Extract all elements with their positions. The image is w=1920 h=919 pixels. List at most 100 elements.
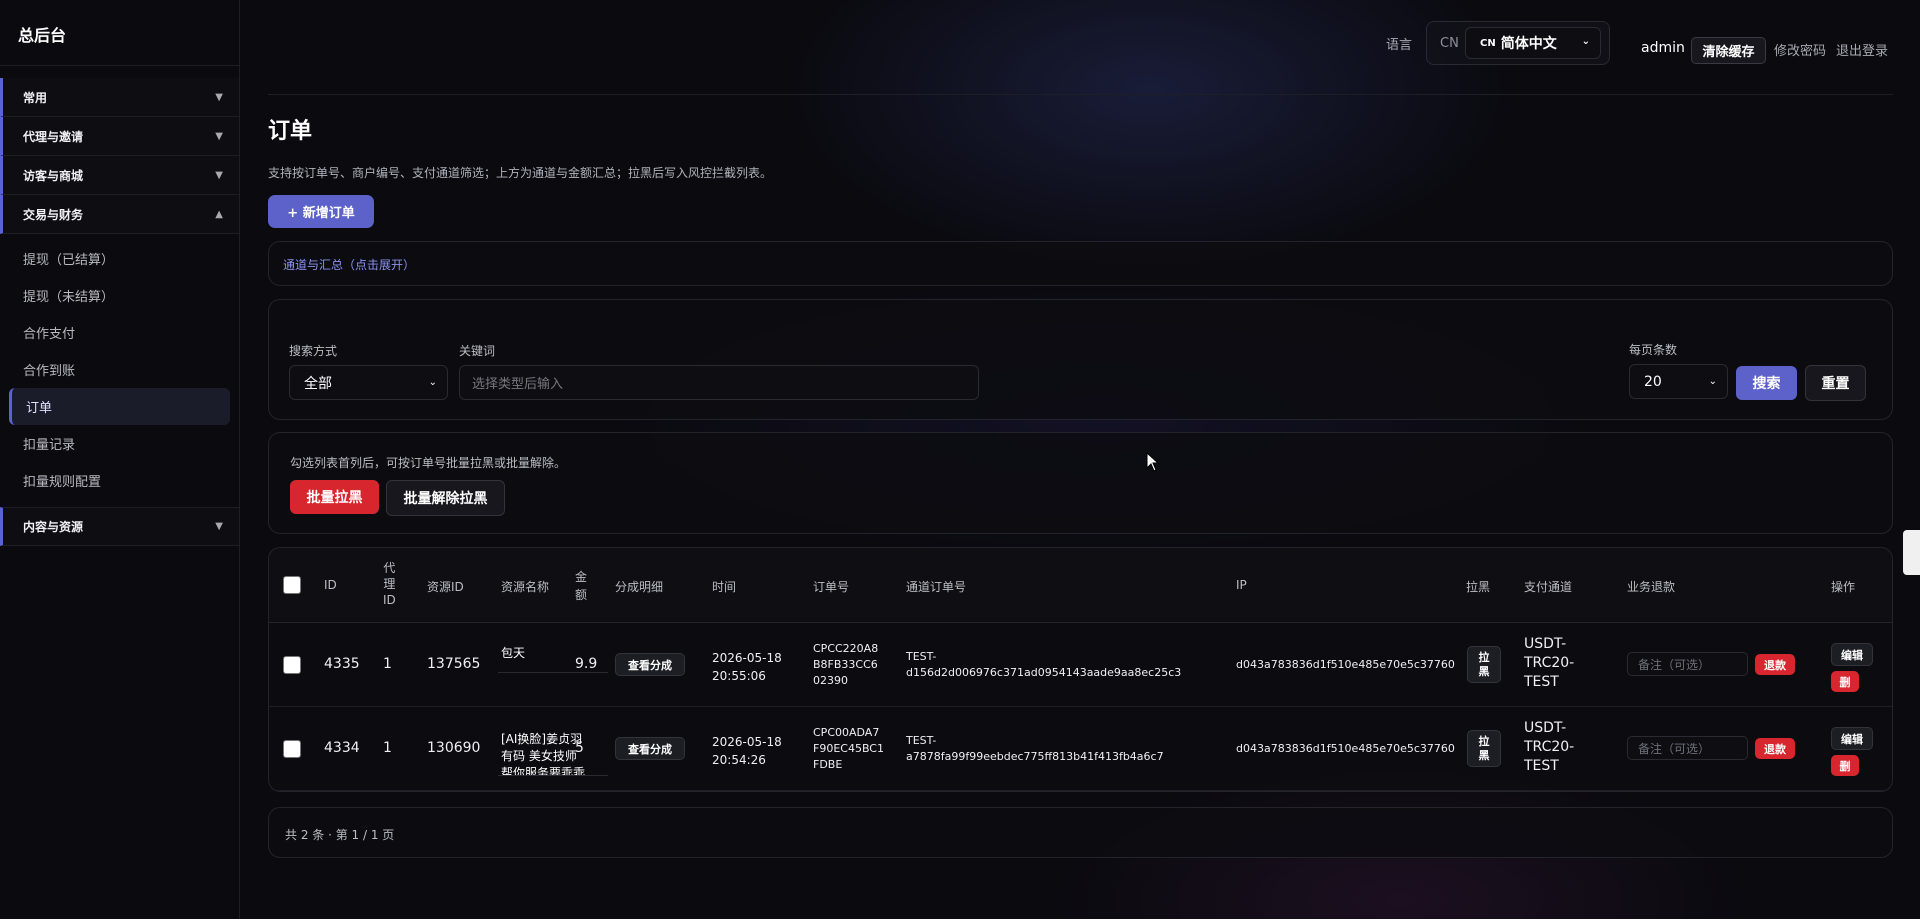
cell-amount: 5 bbox=[575, 740, 584, 756]
summary-panel: 通道与汇总（点击展开） bbox=[268, 241, 1893, 286]
keyword-input[interactable]: 选择类型后输入 bbox=[459, 365, 979, 400]
mouse-cursor-icon bbox=[1146, 452, 1160, 472]
language-switcher: CN CN 简体中文 ⌄ bbox=[1426, 21, 1610, 65]
page-size-label: 每页条数 bbox=[1629, 343, 1678, 357]
search-mode-select[interactable]: 全部 ⌄ bbox=[289, 365, 448, 400]
batch-hint: 勾选列表首列后，可按订单号批量拉黑或批量解除。 bbox=[290, 456, 567, 470]
cell-ip: d043a783836d1f510e485e70e5c37760 bbox=[1236, 742, 1455, 755]
filter-panel: 搜索方式 全部 ⌄ 关键词 选择类型后输入 每页条数 20 ⌄ 搜索 重置 bbox=[268, 299, 1893, 420]
col-block: 拉黑 bbox=[1466, 580, 1491, 594]
batch-unblock-button[interactable]: 批量解除拉黑 bbox=[386, 480, 505, 516]
sidebar-item-withdraw-settled[interactable]: 提现（已结算） bbox=[0, 240, 239, 277]
col-channel-order-no: 通道订单号 bbox=[906, 580, 967, 594]
change-password-link[interactable]: 修改密码 bbox=[1774, 40, 1826, 59]
nav-group-common[interactable]: 常用 ▼ bbox=[0, 78, 239, 117]
search-mode-label: 搜索方式 bbox=[289, 344, 338, 358]
chevron-down-icon: ⌄ bbox=[1581, 36, 1590, 47]
table-header: ID 代 理 ID 资源ID 资源名称 金 额 分成明细 时间 订单号 通道订单… bbox=[269, 548, 1892, 623]
language-code: CN bbox=[1440, 36, 1459, 51]
pagination-summary: 共 2 条 · 第 1 / 1 页 bbox=[285, 828, 395, 842]
sidebar-item-withdraw-unsettled[interactable]: 提现（未结算） bbox=[0, 277, 239, 314]
row-checkbox[interactable] bbox=[283, 740, 301, 758]
nav-group-agent[interactable]: 代理与邀请 ▼ bbox=[0, 117, 239, 156]
language-select[interactable]: CN 简体中文 ⌄ bbox=[1465, 27, 1601, 59]
view-split-button[interactable]: 查看分成 bbox=[615, 737, 685, 760]
brand-title: 总后台 bbox=[0, 0, 239, 66]
sidebar-item-deduction-records[interactable]: 扣量记录 bbox=[0, 425, 239, 462]
orders-table: ID 代 理 ID 资源ID 资源名称 金 额 分成明细 时间 订单号 通道订单… bbox=[268, 547, 1893, 792]
keyword-label: 关键词 bbox=[459, 344, 496, 358]
reset-button[interactable]: 重置 bbox=[1805, 365, 1866, 401]
block-button[interactable]: 拉 黑 bbox=[1467, 646, 1501, 683]
col-ip: IP bbox=[1236, 578, 1247, 592]
page-title: 订单 bbox=[268, 119, 313, 144]
col-amount: 金 额 bbox=[575, 570, 588, 602]
col-actions: 操作 bbox=[1831, 580, 1856, 594]
summary-toggle-link[interactable]: 通道与汇总（点击展开） bbox=[283, 256, 415, 273]
delete-button[interactable]: 删 bbox=[1831, 671, 1859, 692]
chevron-down-icon: ▼ bbox=[215, 169, 223, 181]
refund-button[interactable]: 退款 bbox=[1755, 738, 1795, 759]
refund-note-input[interactable]: 备注（可选） bbox=[1627, 736, 1748, 760]
chevron-down-icon: ⌄ bbox=[1708, 376, 1717, 387]
table-row: 4335 1 137565 包天 9.9 查看分成 2026-05-18 20:5… bbox=[269, 623, 1892, 707]
row-checkbox[interactable] bbox=[283, 656, 301, 674]
chevron-down-icon: ▼ bbox=[215, 91, 223, 103]
search-button[interactable]: 搜索 bbox=[1736, 366, 1797, 400]
col-resource-id: 资源ID bbox=[427, 580, 464, 594]
col-order-no: 订单号 bbox=[813, 580, 850, 594]
col-resource-name: 资源名称 bbox=[501, 580, 550, 594]
batch-block-button[interactable]: 批量拉黑 bbox=[290, 480, 379, 514]
edit-button[interactable]: 编辑 bbox=[1831, 643, 1873, 666]
sidebar-item-partner-arrival[interactable]: 合作到账 bbox=[0, 351, 239, 388]
cell-order-no: CPC00ADA7 F90EC45BC1 FDBE bbox=[813, 726, 884, 771]
page-size-select[interactable]: 20 ⌄ bbox=[1629, 364, 1728, 399]
col-agent-id: 代 理 ID bbox=[383, 561, 396, 607]
delete-button[interactable]: 删 bbox=[1831, 755, 1859, 776]
cell-amount: 9.9 bbox=[575, 656, 598, 672]
col-id: ID bbox=[324, 578, 337, 592]
cell-order-no: CPCC220A8 B8FB33CC6 02390 bbox=[813, 642, 879, 687]
logout-link[interactable]: 退出登录 bbox=[1836, 40, 1888, 59]
col-split: 分成明细 bbox=[615, 580, 664, 594]
sidebar: 总后台 常用 ▼ 代理与邀请 ▼ 访客与商城 ▼ 交易与财务 ▲ 提现（已结算） 提现（… bbox=[0, 0, 240, 919]
refund-button[interactable]: 退款 bbox=[1755, 654, 1795, 675]
col-refund: 业务退款 bbox=[1627, 580, 1676, 594]
clear-cache-button[interactable]: 清除缓存 bbox=[1691, 37, 1766, 64]
top-bar: 语言 CN CN 简体中文 ⌄ admin 清除缓存 修改密码 退出登录 bbox=[268, 0, 1893, 95]
col-pay-channel: 支付通道 bbox=[1524, 580, 1573, 594]
sidebar-item-orders[interactable]: 订单 bbox=[9, 388, 230, 425]
chevron-down-icon: ⌄ bbox=[428, 377, 437, 388]
cell-time: 2026-05-18 20:54:26 bbox=[712, 735, 782, 767]
chevron-down-icon: ▼ bbox=[215, 521, 223, 532]
view-split-button[interactable]: 查看分成 bbox=[615, 653, 685, 676]
pagination-panel: 共 2 条 · 第 1 / 1 页 bbox=[268, 807, 1893, 858]
refund-note-input[interactable]: 备注（可选） bbox=[1627, 652, 1748, 676]
cell-resource-name: [AI换脸]姜贞羽有码 美女技师帮你服务要乖乖 bbox=[498, 707, 608, 776]
nav-group-content[interactable]: 内容与资源 ▼ bbox=[0, 507, 239, 546]
cell-id: 4334 bbox=[324, 740, 360, 756]
cell-channel-order-no: TEST- a7878fa99f99eebdec775ff813b41f413f… bbox=[906, 734, 1164, 763]
nav-group-finance[interactable]: 交易与财务 ▲ bbox=[0, 195, 239, 234]
cell-id: 4335 bbox=[324, 656, 360, 672]
select-all-checkbox[interactable] bbox=[283, 576, 301, 594]
sidebar-item-partner-pay[interactable]: 合作支付 bbox=[0, 314, 239, 351]
cell-channel-order-no: TEST- d156d2d006976c371ad0954143aade9aa8… bbox=[906, 650, 1182, 679]
cn-flag-icon: CN bbox=[1480, 37, 1496, 49]
edit-button[interactable]: 编辑 bbox=[1831, 727, 1873, 750]
language-value: 简体中文 bbox=[1500, 36, 1557, 52]
language-label: 语言 bbox=[1386, 38, 1413, 53]
cell-resource-id: 137565 bbox=[427, 656, 481, 672]
chevron-up-icon: ▲ bbox=[215, 208, 223, 220]
block-button[interactable]: 拉 黑 bbox=[1467, 730, 1501, 767]
col-time: 时间 bbox=[712, 580, 737, 594]
batch-panel: 勾选列表首列后，可按订单号批量拉黑或批量解除。 批量拉黑 批量解除拉黑 bbox=[268, 432, 1893, 534]
cell-pay-channel: USDT- TRC20- TEST bbox=[1524, 636, 1575, 690]
nav-group-visitor[interactable]: 访客与商城 ▼ bbox=[0, 156, 239, 195]
sidebar-item-deduction-rules[interactable]: 扣量规则配置 bbox=[0, 462, 239, 499]
current-user: admin bbox=[1641, 40, 1685, 56]
table-row: 4334 1 130690 [AI换脸]姜贞羽有码 美女技师帮你服务要乖乖 5 … bbox=[269, 707, 1892, 791]
add-order-button[interactable]: + 新增订单 bbox=[268, 195, 374, 228]
chevron-down-icon: ▼ bbox=[215, 130, 223, 142]
feedback-tab[interactable] bbox=[1903, 530, 1920, 575]
